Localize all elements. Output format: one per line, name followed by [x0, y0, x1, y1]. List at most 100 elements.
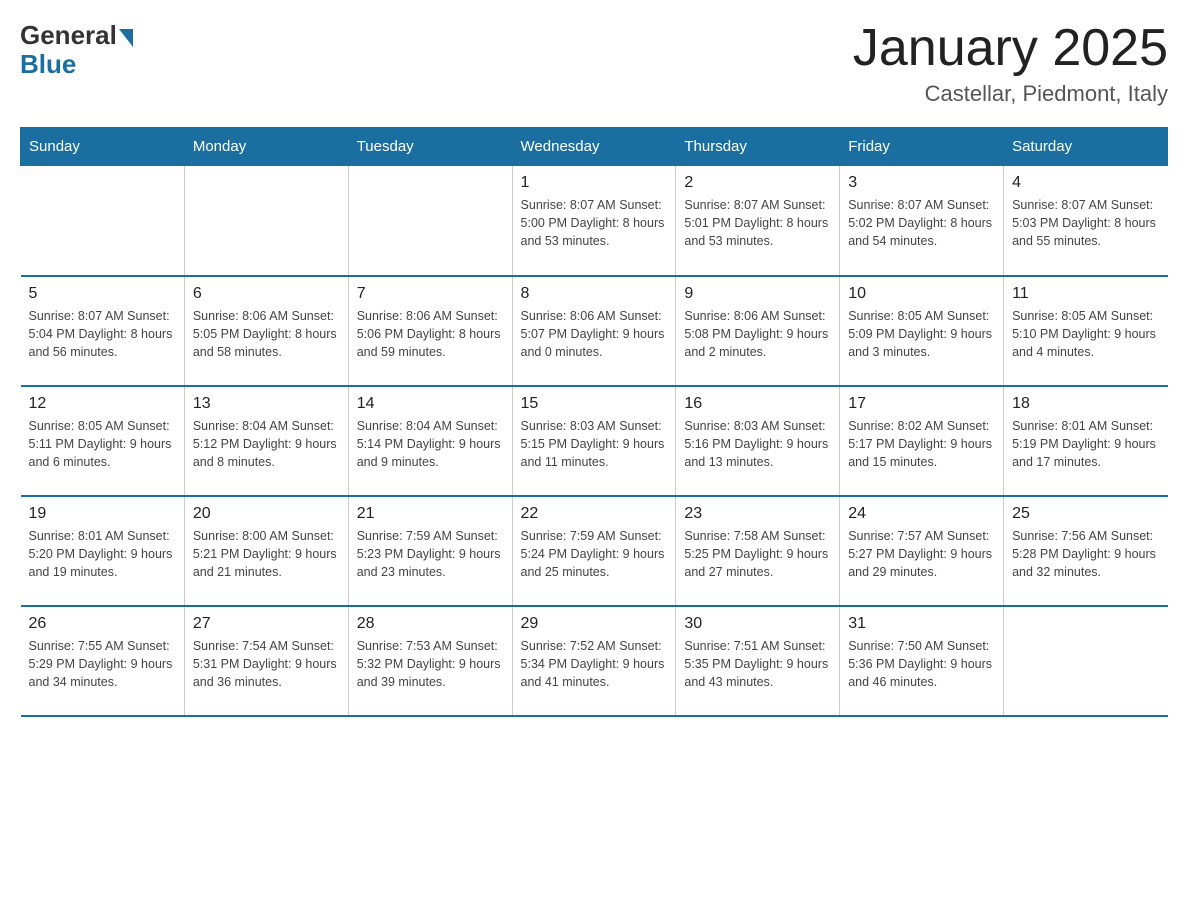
- calendar-cell: 24 Sunrise: 7:57 AM Sunset: 5:27 PM Dayli…: [840, 496, 1004, 606]
- day-number: 25: [1012, 505, 1159, 523]
- day-number: 2: [684, 174, 831, 192]
- column-header-sunday: Sunday: [21, 128, 185, 166]
- column-header-monday: Monday: [184, 128, 348, 166]
- calendar-cell: 15 Sunrise: 8:03 AM Sunset: 5:15 PM Dayli…: [512, 386, 676, 496]
- day-info: Sunrise: 8:00 AM Sunset: 5:21 PM Dayligh…: [193, 527, 340, 581]
- calendar-cell: [184, 166, 348, 276]
- day-number: 24: [848, 505, 995, 523]
- day-info: Sunrise: 8:03 AM Sunset: 5:15 PM Dayligh…: [521, 417, 668, 471]
- calendar-table: SundayMondayTuesdayWednesdayThursdayFrid…: [20, 127, 1168, 717]
- day-info: Sunrise: 7:54 AM Sunset: 5:31 PM Dayligh…: [193, 637, 340, 691]
- day-number: 14: [357, 395, 504, 413]
- calendar-cell: 25 Sunrise: 7:56 AM Sunset: 5:28 PM Dayli…: [1004, 496, 1168, 606]
- day-info: Sunrise: 7:57 AM Sunset: 5:27 PM Dayligh…: [848, 527, 995, 581]
- calendar-cell: 3 Sunrise: 8:07 AM Sunset: 5:02 PM Daylig…: [840, 166, 1004, 276]
- calendar-cell: 4 Sunrise: 8:07 AM Sunset: 5:03 PM Daylig…: [1004, 166, 1168, 276]
- logo-blue-text: Blue: [20, 49, 76, 80]
- page-header: General Blue January 2025 Castellar, Pie…: [20, 20, 1168, 107]
- day-info: Sunrise: 8:03 AM Sunset: 5:16 PM Dayligh…: [684, 417, 831, 471]
- calendar-cell: [348, 166, 512, 276]
- day-info: Sunrise: 7:53 AM Sunset: 5:32 PM Dayligh…: [357, 637, 504, 691]
- column-header-wednesday: Wednesday: [512, 128, 676, 166]
- calendar-cell: 31 Sunrise: 7:50 AM Sunset: 5:36 PM Dayli…: [840, 606, 1004, 716]
- day-number: 19: [29, 505, 176, 523]
- day-info: Sunrise: 8:05 AM Sunset: 5:11 PM Dayligh…: [29, 417, 176, 471]
- day-info: Sunrise: 8:05 AM Sunset: 5:09 PM Dayligh…: [848, 307, 995, 361]
- day-number: 27: [193, 615, 340, 633]
- day-info: Sunrise: 7:56 AM Sunset: 5:28 PM Dayligh…: [1012, 527, 1159, 581]
- day-info: Sunrise: 8:06 AM Sunset: 5:05 PM Dayligh…: [193, 307, 340, 361]
- day-info: Sunrise: 8:04 AM Sunset: 5:14 PM Dayligh…: [357, 417, 504, 471]
- day-info: Sunrise: 8:06 AM Sunset: 5:06 PM Dayligh…: [357, 307, 504, 361]
- column-header-tuesday: Tuesday: [348, 128, 512, 166]
- calendar-week-row: 5 Sunrise: 8:07 AM Sunset: 5:04 PM Daylig…: [21, 276, 1168, 386]
- day-number: 15: [521, 395, 668, 413]
- day-info: Sunrise: 8:06 AM Sunset: 5:07 PM Dayligh…: [521, 307, 668, 361]
- calendar-cell: 13Sunrise: 8:04 AM Sunset: 5:12 PM Dayli…: [184, 386, 348, 496]
- calendar-week-row: 12 Sunrise: 8:05 AM Sunset: 5:11 PM Dayli…: [21, 386, 1168, 496]
- calendar-cell: [1004, 606, 1168, 716]
- day-number: 20: [193, 505, 340, 523]
- day-info: Sunrise: 7:50 AM Sunset: 5:36 PM Dayligh…: [848, 637, 995, 691]
- calendar-cell: 7Sunrise: 8:06 AM Sunset: 5:06 PM Daylig…: [348, 276, 512, 386]
- day-info: Sunrise: 8:07 AM Sunset: 5:04 PM Dayligh…: [29, 307, 176, 361]
- day-info: Sunrise: 8:07 AM Sunset: 5:03 PM Dayligh…: [1012, 196, 1159, 250]
- day-info: Sunrise: 8:07 AM Sunset: 5:01 PM Dayligh…: [684, 196, 831, 250]
- calendar-cell: 16Sunrise: 8:03 AM Sunset: 5:16 PM Dayli…: [676, 386, 840, 496]
- calendar-cell: [21, 166, 185, 276]
- day-number: 31: [848, 615, 995, 633]
- day-number: 5: [29, 285, 176, 303]
- day-info: Sunrise: 8:05 AM Sunset: 5:10 PM Dayligh…: [1012, 307, 1159, 361]
- calendar-cell: 19Sunrise: 8:01 AM Sunset: 5:20 PM Dayli…: [21, 496, 185, 606]
- logo-arrow-icon: [119, 29, 133, 47]
- day-number: 3: [848, 174, 995, 192]
- day-info: Sunrise: 8:07 AM Sunset: 5:02 PM Dayligh…: [848, 196, 995, 250]
- calendar-cell: 2 Sunrise: 8:07 AM Sunset: 5:01 PM Daylig…: [676, 166, 840, 276]
- day-number: 28: [357, 615, 504, 633]
- calendar-cell: 30 Sunrise: 7:51 AM Sunset: 5:35 PM Dayli…: [676, 606, 840, 716]
- calendar-cell: 11 Sunrise: 8:05 AM Sunset: 5:10 PM Dayli…: [1004, 276, 1168, 386]
- day-number: 18: [1012, 395, 1159, 413]
- day-info: Sunrise: 8:01 AM Sunset: 5:19 PM Dayligh…: [1012, 417, 1159, 471]
- month-title: January 2025: [853, 20, 1168, 77]
- calendar-cell: 28 Sunrise: 7:53 AM Sunset: 5:32 PM Dayli…: [348, 606, 512, 716]
- calendar-cell: 21 Sunrise: 7:59 AM Sunset: 5:23 PM Dayli…: [348, 496, 512, 606]
- calendar-cell: 14 Sunrise: 8:04 AM Sunset: 5:14 PM Dayli…: [348, 386, 512, 496]
- day-number: 8: [521, 285, 668, 303]
- day-number: 6: [193, 285, 340, 303]
- logo-general-text: General: [20, 20, 117, 51]
- day-number: 4: [1012, 174, 1159, 192]
- calendar-cell: 12 Sunrise: 8:05 AM Sunset: 5:11 PM Dayli…: [21, 386, 185, 496]
- day-number: 29: [521, 615, 668, 633]
- column-header-saturday: Saturday: [1004, 128, 1168, 166]
- day-info: Sunrise: 8:02 AM Sunset: 5:17 PM Dayligh…: [848, 417, 995, 471]
- day-info: Sunrise: 7:58 AM Sunset: 5:25 PM Dayligh…: [684, 527, 831, 581]
- calendar-cell: 29 Sunrise: 7:52 AM Sunset: 5:34 PM Dayli…: [512, 606, 676, 716]
- day-number: 22: [521, 505, 668, 523]
- day-number: 11: [1012, 285, 1159, 303]
- day-number: 12: [29, 395, 176, 413]
- day-number: 21: [357, 505, 504, 523]
- calendar-cell: 17Sunrise: 8:02 AM Sunset: 5:17 PM Dayli…: [840, 386, 1004, 496]
- calendar-cell: 9Sunrise: 8:06 AM Sunset: 5:08 PM Daylig…: [676, 276, 840, 386]
- title-section: January 2025 Castellar, Piedmont, Italy: [853, 20, 1168, 107]
- day-number: 1: [521, 174, 668, 192]
- calendar-cell: 27 Sunrise: 7:54 AM Sunset: 5:31 PM Dayli…: [184, 606, 348, 716]
- day-info: Sunrise: 7:59 AM Sunset: 5:23 PM Dayligh…: [357, 527, 504, 581]
- calendar-cell: 18 Sunrise: 8:01 AM Sunset: 5:19 PM Dayli…: [1004, 386, 1168, 496]
- day-info: Sunrise: 7:55 AM Sunset: 5:29 PM Dayligh…: [29, 637, 176, 691]
- location-text: Castellar, Piedmont, Italy: [853, 81, 1168, 107]
- day-info: Sunrise: 7:52 AM Sunset: 5:34 PM Dayligh…: [521, 637, 668, 691]
- calendar-cell: 26 Sunrise: 7:55 AM Sunset: 5:29 PM Dayli…: [21, 606, 185, 716]
- calendar-cell: 22Sunrise: 7:59 AM Sunset: 5:24 PM Dayli…: [512, 496, 676, 606]
- logo: General Blue: [20, 20, 133, 80]
- calendar-cell: 1Sunrise: 8:07 AM Sunset: 5:00 PM Daylig…: [512, 166, 676, 276]
- column-header-friday: Friday: [840, 128, 1004, 166]
- calendar-week-row: 1Sunrise: 8:07 AM Sunset: 5:00 PM Daylig…: [21, 166, 1168, 276]
- day-number: 30: [684, 615, 831, 633]
- calendar-header-row: SundayMondayTuesdayWednesdayThursdayFrid…: [21, 128, 1168, 166]
- day-number: 26: [29, 615, 176, 633]
- calendar-cell: 5 Sunrise: 8:07 AM Sunset: 5:04 PM Daylig…: [21, 276, 185, 386]
- day-number: 10: [848, 285, 995, 303]
- day-info: Sunrise: 7:51 AM Sunset: 5:35 PM Dayligh…: [684, 637, 831, 691]
